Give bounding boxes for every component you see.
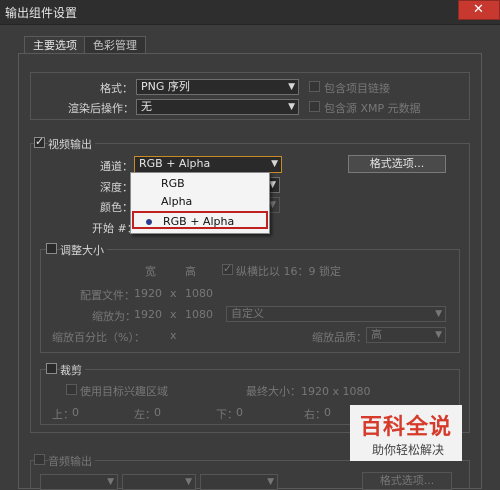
- chevron-down-icon: ▼: [271, 159, 278, 169]
- depth-label: 深度：: [100, 181, 133, 194]
- post-render-select[interactable]: 无 ▼: [136, 99, 299, 115]
- radio-dot-icon: [146, 219, 152, 225]
- chevron-down-icon: ▼: [269, 180, 276, 190]
- format-options-button[interactable]: 格式选项...: [348, 155, 446, 173]
- crop-right-label: 右：: [304, 408, 326, 421]
- chevron-down-icon: ▼: [288, 82, 295, 92]
- watermark-logo: 百科全说 助你轻松解决: [350, 405, 462, 461]
- resize-percent-x: x: [170, 329, 177, 342]
- color-label: 颜色：: [100, 201, 133, 214]
- include-project-link-label: 包含项目链接: [324, 82, 390, 95]
- render-at-height: 1080: [185, 287, 213, 300]
- chevron-down-icon: ▼: [288, 102, 295, 112]
- height-header: 高: [185, 265, 196, 278]
- width-header: 宽: [145, 265, 156, 278]
- chevron-down-icon: ▼: [185, 477, 192, 487]
- crop-checkbox[interactable]: [46, 363, 57, 374]
- render-at-x: x: [170, 287, 177, 300]
- crop-left-value[interactable]: 0: [154, 406, 161, 419]
- tab-color-management[interactable]: 色彩管理: [84, 36, 146, 54]
- crop-bottom-value[interactable]: 0: [236, 406, 243, 419]
- chevron-down-icon: ▼: [435, 309, 442, 319]
- lock-aspect-label: 纵横比以 16：9 锁定: [236, 265, 341, 278]
- chevron-down-icon: ▼: [269, 200, 276, 210]
- lock-aspect-checkbox[interactable]: [222, 262, 233, 275]
- audio-select-1[interactable]: ▼: [40, 474, 118, 490]
- crop-bottom-label: 下：: [216, 408, 238, 421]
- channels-dropdown-list: RGB Alpha RGB + Alpha: [130, 172, 270, 234]
- include-xmp-checkbox[interactable]: [309, 101, 320, 112]
- audio-select-2[interactable]: ▼: [122, 474, 196, 490]
- dropdown-option-alpha[interactable]: Alpha: [131, 193, 269, 211]
- audio-output-label: 音频输出: [48, 453, 95, 469]
- resize-to-label: 缩放为：: [92, 310, 136, 323]
- audio-output-checkbox[interactable]: [34, 454, 45, 465]
- audio-format-options-button[interactable]: 格式选项...: [362, 472, 452, 490]
- crop-top-value[interactable]: 0: [72, 406, 79, 419]
- watermark-title: 百科全说: [360, 415, 453, 440]
- format-label: 格式：: [100, 82, 133, 95]
- resize-to-x: x: [170, 308, 177, 321]
- close-button[interactable]: [458, 0, 500, 20]
- resize-quality-select[interactable]: 高 ▼: [366, 327, 446, 343]
- chevron-down-icon: ▼: [435, 330, 442, 340]
- resize-quality-label: 缩放品质：: [312, 331, 367, 344]
- include-project-link-checkbox[interactable]: [309, 81, 320, 92]
- chevron-down-icon: ▼: [107, 477, 114, 487]
- post-render-label: 渲染后操作：: [68, 102, 134, 115]
- crop-left-label: 左：: [134, 408, 156, 421]
- channels-select[interactable]: RGB + Alpha ▼: [134, 156, 282, 173]
- crop-top-label: 上：: [52, 408, 74, 421]
- render-at-width: 1920: [134, 287, 162, 300]
- dropdown-option-rgb-alpha[interactable]: RGB + Alpha: [132, 211, 268, 229]
- resize-preset-select[interactable]: 自定义 ▼: [226, 306, 446, 322]
- resize-percent-label: 缩放百分比（%）：: [52, 331, 145, 344]
- video-output-checkbox[interactable]: [34, 135, 45, 148]
- final-size-label: 最终大小：1920 x 1080: [246, 385, 371, 398]
- resize-to-width: 1920: [134, 308, 162, 321]
- use-roi-checkbox[interactable]: [66, 384, 77, 395]
- include-xmp-label: 包含源 XMP 元数据: [324, 102, 421, 115]
- watermark-subtitle: 助你轻松解决: [372, 443, 445, 457]
- dropdown-option-rgb[interactable]: RGB: [131, 175, 269, 193]
- resize-checkbox[interactable]: [46, 243, 57, 254]
- video-output-label: 视频输出: [48, 136, 95, 152]
- audio-select-3[interactable]: ▼: [200, 474, 278, 490]
- render-at-label: 配置文件：: [80, 289, 135, 302]
- crop-right-value[interactable]: 0: [324, 406, 331, 419]
- channels-label: 通道：: [100, 160, 133, 173]
- window-title: 输出组件设置: [5, 6, 78, 20]
- resize-to-height: 1080: [185, 308, 213, 321]
- chevron-down-icon: ▼: [267, 477, 274, 487]
- tab-main-options[interactable]: 主要选项: [24, 36, 86, 54]
- format-select[interactable]: PNG 序列 ▼: [136, 79, 299, 95]
- resize-label: 调整大小: [60, 242, 107, 258]
- crop-label: 裁剪: [60, 362, 85, 378]
- use-roi-label: 使用目标兴趣区域: [80, 385, 168, 398]
